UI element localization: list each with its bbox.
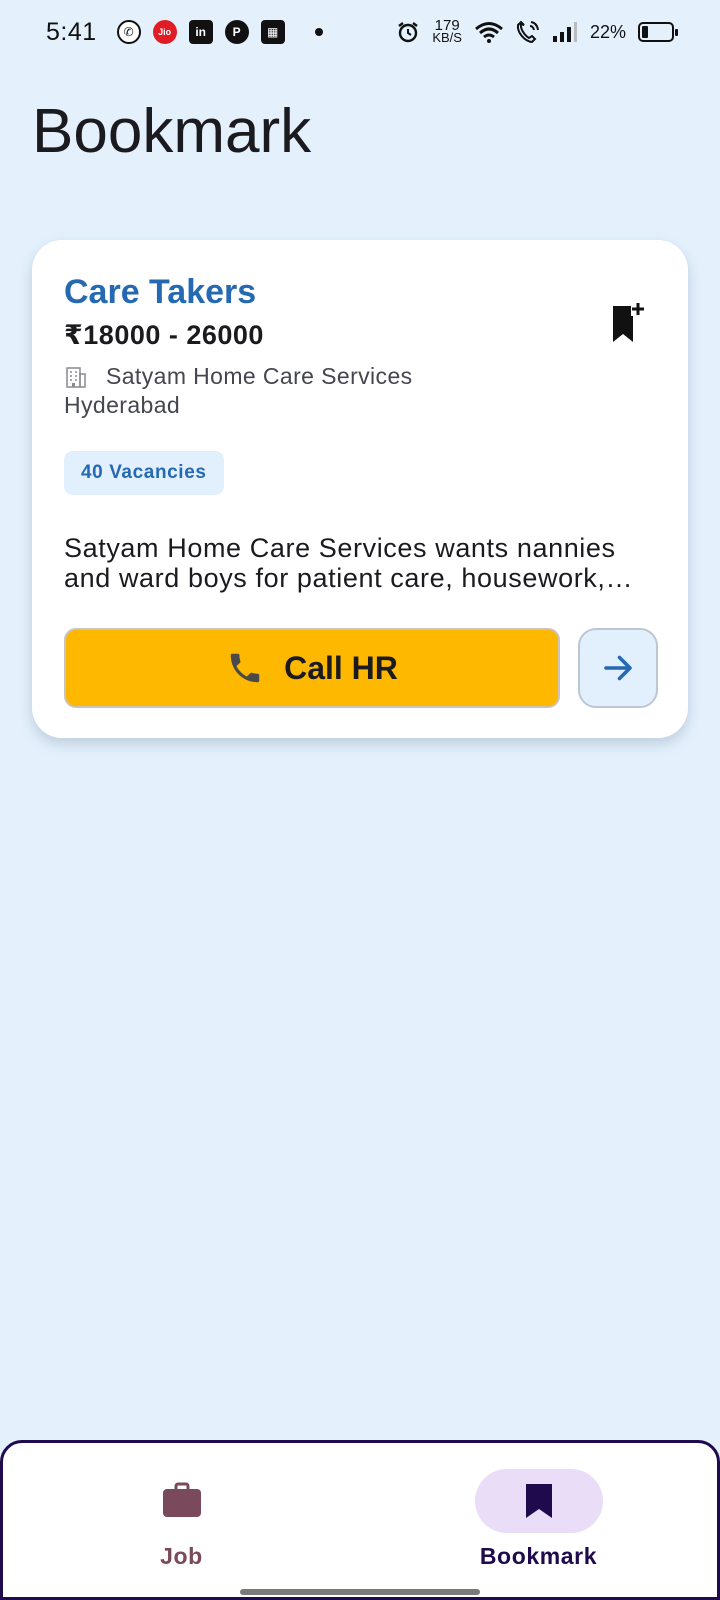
linkedin-icon: in (188, 20, 213, 44)
call-hr-button[interactable]: Call HR (64, 628, 560, 708)
arrow-right-icon (604, 655, 632, 681)
job-salary: ₹18000 - 26000 (64, 320, 264, 350)
view-details-button[interactable] (578, 628, 658, 708)
wifi-icon (475, 22, 503, 43)
notification-dot-icon (314, 28, 323, 36)
battery-percent: 22% (589, 21, 626, 42)
status-time: 5:41 (46, 17, 97, 46)
net-speed-unit: KB/S (432, 30, 462, 45)
bookmark-add-icon (613, 302, 645, 342)
nav-item-bookmark[interactable]: Bookmark (360, 1443, 717, 1597)
vacancy-badge: 40 Vacancies (64, 451, 224, 495)
phone-icon (230, 653, 260, 683)
status-right: 179 KB/S 22% (396, 18, 678, 45)
job-location: Hyderabad (64, 392, 181, 418)
signal-icon (552, 22, 577, 42)
alarm-icon (398, 22, 419, 43)
battery-icon (638, 22, 678, 42)
nav-label-job: Job (160, 1543, 203, 1569)
app-icon: P (224, 20, 249, 44)
calendar-icon: ▦ (260, 20, 285, 44)
page-title: Bookmark (32, 97, 312, 166)
bottom-nav: Job Bookmark (0, 1440, 720, 1600)
nav-item-job[interactable]: Job (3, 1443, 360, 1597)
status-left: 5:41 ✆ Jio in P ▦ (46, 18, 323, 47)
jio-icon: Jio (152, 20, 177, 44)
nav-pill-job (118, 1469, 246, 1533)
job-title: Care Takers (64, 273, 257, 311)
briefcase-icon (162, 1482, 201, 1517)
call-hr-label: Call HR (284, 649, 398, 686)
company-row: Satyam Home Care Services (64, 363, 656, 390)
net-speed: 179 KB/S (432, 18, 462, 45)
bookmark-icon (525, 1484, 552, 1518)
nav-label-bookmark: Bookmark (479, 1543, 598, 1569)
home-indicator[interactable] (240, 1589, 480, 1595)
job-description: Satyam Home Care Services wants nannies … (64, 533, 616, 593)
company-name: Satyam Home Care Services (106, 363, 413, 389)
whatsapp-icon: ✆ (116, 20, 141, 44)
bookmark-button[interactable] (608, 300, 648, 344)
nav-pill-bookmark (474, 1469, 603, 1533)
wifi-calling-icon (516, 20, 539, 44)
job-card[interactable]: Care Takers ₹18000 - 26000 Satyam Home C… (32, 240, 688, 738)
building-icon (66, 366, 86, 388)
status-bar: 5:41 ✆ Jio in P ▦ 179 KB/S 22% (0, 0, 720, 64)
card-actions: Call HR (64, 628, 658, 708)
